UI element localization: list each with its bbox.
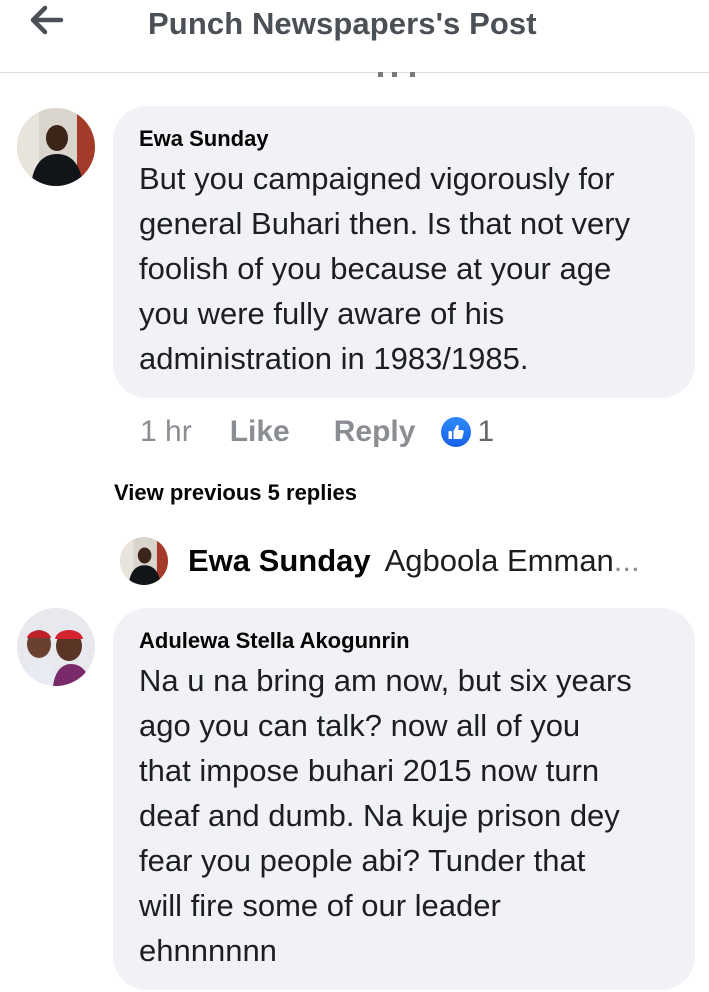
reaction-count: 1 — [477, 415, 495, 448]
comment-text: Na u na bring am now, but six years ago … — [139, 663, 632, 968]
back-button[interactable] — [22, 2, 72, 42]
comment-author[interactable]: Ewa Sunday — [139, 126, 269, 152]
reply-button[interactable]: Reply — [334, 415, 416, 449]
view-previous-replies-link[interactable]: View previous 5 replies — [114, 480, 357, 506]
clipped-text-fragment — [378, 72, 383, 77]
page-title: Punch Newspapers's Post — [148, 6, 537, 41]
comment-timestamp[interactable]: 1 hr — [140, 415, 192, 449]
comment-text: But you campaigned vigorously for genera… — [139, 161, 631, 376]
clipped-text-fragment — [410, 72, 415, 77]
reply-ellipsis: ... — [613, 543, 640, 578]
post-comments-screen: Punch Newspapers's Post Ewa Sunday But y… — [0, 0, 709, 992]
top-bar: Punch Newspapers's Post — [0, 0, 709, 73]
comment-author[interactable]: Adulewa Stella Akogunrin — [139, 628, 410, 654]
avatar[interactable] — [17, 108, 95, 186]
latest-reply-preview[interactable]: Ewa Sunday Agboola Emman ... — [120, 537, 700, 585]
like-button[interactable]: Like — [230, 415, 290, 449]
clipped-text-fragment — [392, 72, 397, 77]
like-thumb-icon[interactable] — [441, 417, 472, 447]
avatar — [120, 537, 168, 585]
arrow-left-icon — [30, 5, 64, 40]
avatar[interactable] — [17, 608, 95, 686]
comment-actions: 1 hr Like Reply 1 — [140, 410, 494, 454]
reply-author: Ewa Sunday — [188, 543, 371, 578]
reply-preview-text: Agboola Emman — [384, 543, 614, 578]
comment-bubble: Ewa Sunday But you campaigned vigorously… — [113, 106, 695, 398]
comment-bubble: Adulewa Stella Akogunrin Na u na bring a… — [113, 608, 695, 990]
